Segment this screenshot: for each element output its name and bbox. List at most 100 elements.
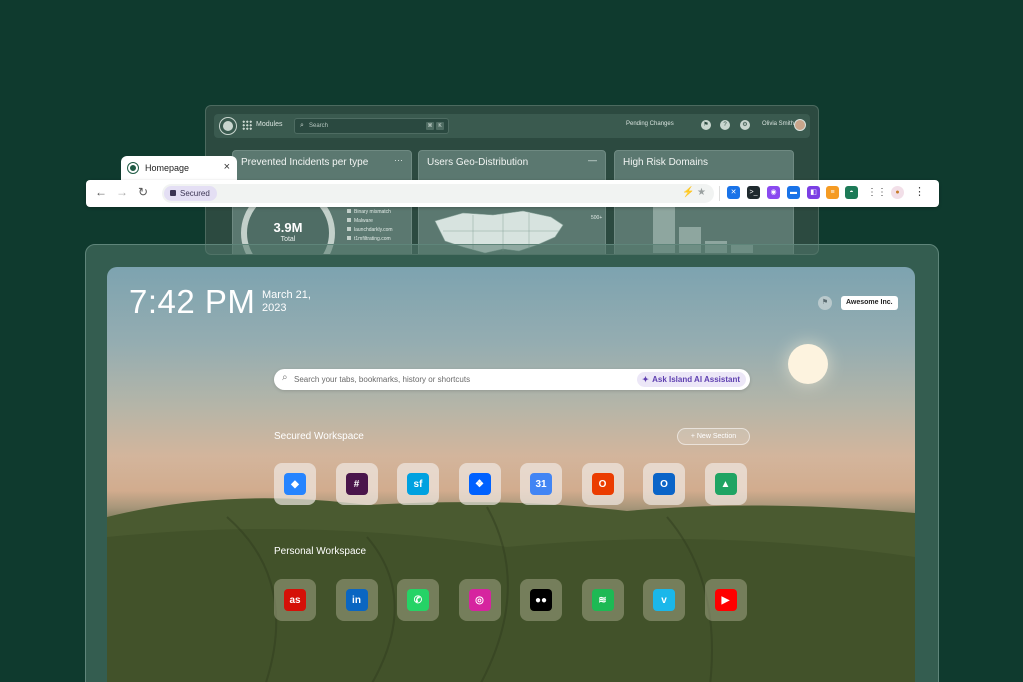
app-shortcut-dropbox[interactable]: ❖ <box>458 463 501 505</box>
dropbox-icon: ❖ <box>468 473 491 495</box>
card-title: Prevented Incidents per type <box>241 157 369 168</box>
dashboard-topbar: Modules ⌕ Search ⌘ K Pending Changes ⚑ ?… <box>214 114 810 138</box>
security-badge[interactable]: Secured <box>164 186 217 201</box>
app-shortcut-whatsapp[interactable]: ✆ <box>397 579 439 621</box>
back-arrow-icon[interactable]: ← <box>95 185 107 199</box>
gear-icon[interactable]: ⚙ <box>740 120 750 130</box>
island-logo-icon <box>127 162 139 174</box>
shortcut-key-icon: ⌘ <box>426 122 434 130</box>
map-legend-label: 500+ <box>591 215 603 221</box>
organization-badge[interactable]: Awesome Inc. <box>841 296 898 310</box>
spotify-icon: ≋ <box>591 589 614 611</box>
dashboard-search-input[interactable]: ⌕ Search ⌘ K <box>294 118 449 134</box>
date-line: March 21, <box>262 289 311 301</box>
personal-workspace-title: Personal Workspace <box>274 546 367 557</box>
new-section-button[interactable]: + New Section <box>677 428 750 445</box>
browser-toolbar: ← → ↻ Secured ⚡ ★ ✕ >_ ◉ ▬ ◧ ≡ ◓ ⋮⋮ ● ⋮ <box>86 180 939 207</box>
sparkle-icon: ✦ <box>642 375 649 384</box>
user-name[interactable]: Olivia Smith <box>762 121 794 127</box>
dashboard-search-placeholder: Search <box>309 123 329 129</box>
island-logo-icon[interactable] <box>219 117 237 135</box>
landscape-background <box>107 498 915 682</box>
close-icon[interactable]: × <box>224 161 230 173</box>
app-shortcut-spotify[interactable]: ≋ <box>581 579 624 621</box>
minimize-icon[interactable]: — <box>588 155 597 165</box>
chart-legend: Binary mismatch Malware launchdarkly.com… <box>347 209 393 245</box>
clock-date: March 21, 2023 <box>262 289 311 315</box>
address-bar[interactable]: Secured ⚡ ★ <box>162 184 714 203</box>
total-label: Total <box>280 236 296 243</box>
app-shortcut-linkedin[interactable]: in <box>335 579 378 621</box>
app-shortcut-google-drive[interactable]: ▲ <box>704 463 747 505</box>
app-shortcut-jira[interactable]: ◆ <box>274 463 316 505</box>
divider <box>719 186 720 201</box>
android-icon[interactable]: ◓ <box>845 186 858 199</box>
extension-icon[interactable]: ◧ <box>807 186 820 199</box>
legend-item: Malware <box>347 218 393 224</box>
avatar[interactable]: ● <box>891 186 904 199</box>
legend-item: Binary mismatch <box>347 209 393 215</box>
forward-arrow-icon[interactable]: → <box>116 185 128 199</box>
app-shortcut-outlook[interactable]: O <box>643 463 685 505</box>
avatar[interactable] <box>794 119 806 131</box>
outlook-icon: O <box>653 473 675 495</box>
app-shortcut-medium[interactable]: ●● <box>520 579 562 621</box>
extension-icon[interactable]: ✕ <box>727 186 740 199</box>
whatsapp-icon: ✆ <box>407 589 429 611</box>
search-icon: ⌕ <box>282 372 288 383</box>
folder-icon[interactable]: ▬ <box>787 186 800 199</box>
ai-button-label: Ask Island AI Assistant <box>652 375 740 384</box>
camera-icon[interactable]: ◉ <box>767 186 780 199</box>
newtab-search-bar[interactable]: ⌕ ✦ Ask Island AI Assistant <box>274 369 750 390</box>
app-shortcut-google-calendar[interactable]: 31 <box>520 463 562 505</box>
medium-icon: ●● <box>530 589 552 611</box>
lock-icon <box>170 190 176 196</box>
app-shortcut-salesforce[interactable]: sf <box>397 463 439 505</box>
terminal-icon[interactable]: >_ <box>747 186 760 199</box>
jira-icon: ◆ <box>284 473 306 495</box>
reload-icon[interactable]: ↻ <box>138 185 148 199</box>
apps-grid-icon[interactable]: ⋮⋮ <box>867 186 887 199</box>
app-shortcut-slack[interactable]: # <box>335 463 378 505</box>
youtube-icon: ▶ <box>714 589 737 611</box>
flag-icon[interactable]: ⚑ <box>701 120 711 130</box>
app-shortcut-vimeo[interactable]: v <box>643 579 685 621</box>
card-title: High Risk Domains <box>623 157 709 168</box>
ask-ai-assistant-button[interactable]: ✦ Ask Island AI Assistant <box>637 372 746 387</box>
office-icon: O <box>591 473 614 495</box>
total-value: 3.9M <box>273 220 303 235</box>
note-icon[interactable]: ≡ <box>826 186 839 199</box>
legend-item: t1mfiltrating.com <box>347 236 393 242</box>
salesforce-icon: sf <box>407 473 429 495</box>
new-section-label: New Section <box>696 433 737 440</box>
more-options-icon[interactable]: ··· <box>394 155 403 165</box>
linkedin-icon: in <box>345 589 368 611</box>
date-line: 2023 <box>262 302 287 314</box>
secured-workspace-title: Secured Workspace <box>274 431 364 442</box>
google-drive-icon: ▲ <box>714 473 737 495</box>
security-label: Secured <box>180 189 210 198</box>
app-shortcut-instagram[interactable]: ◎ <box>458 579 501 621</box>
legend-item: launchdarkly.com <box>347 227 393 233</box>
star-icon[interactable]: ★ <box>697 187 706 198</box>
app-shortcut-lastfm[interactable]: as <box>274 579 316 621</box>
app-shortcut-office[interactable]: O <box>581 463 624 505</box>
clock-time: 7:42 PM <box>129 283 256 320</box>
app-shortcut-youtube[interactable]: ▶ <box>704 579 747 621</box>
instagram-icon: ◎ <box>468 589 491 611</box>
tab-homepage[interactable]: Homepage × <box>121 156 237 181</box>
sun-decoration <box>788 344 828 384</box>
help-icon[interactable]: ? <box>720 120 730 130</box>
vimeo-icon: v <box>653 589 675 611</box>
kebab-menu-icon[interactable]: ⋮ <box>913 186 926 199</box>
slack-icon: # <box>345 473 368 495</box>
modules-menu[interactable]: Modules <box>256 121 282 128</box>
new-tab-page: 7:42 PM March 21, 2023 ⚑ Awesome Inc. ⌕ … <box>107 267 915 682</box>
shortcut-key-icon: K <box>436 122 444 130</box>
pending-changes-dropdown[interactable]: Pending Changes <box>626 121 674 127</box>
newtab-search-input[interactable] <box>294 372 634 386</box>
google-calendar-icon: 31 <box>530 473 552 495</box>
flag-icon[interactable]: ⚑ <box>818 296 832 310</box>
grid-icon[interactable] <box>242 120 252 130</box>
lightning-icon[interactable]: ⚡ <box>682 187 694 198</box>
